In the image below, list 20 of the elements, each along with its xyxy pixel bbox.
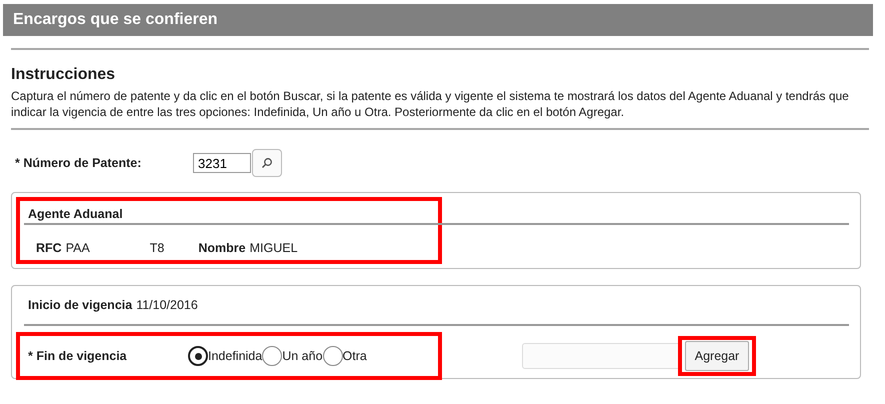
start-date: 11/10/2016 bbox=[136, 298, 198, 312]
rfc-label: RFC bbox=[36, 241, 62, 255]
radio-option[interactable]: Indefinida bbox=[188, 346, 262, 366]
instructions-text: Captura el número de patente y da clic en el botón Buscar, si la patente es válida y vigente el sistema te mostrará los datos del Agente Aduanal y tendrás que indicar la vigencia de entre las tres opciones: Indefinida, Un año u Otra. Posteriormente da clic en el botón Agregar. bbox=[11, 88, 850, 120]
radio-option[interactable]: Otra bbox=[322, 346, 367, 366]
rfc-value: T8 bbox=[150, 241, 164, 255]
start-label: Inicio de vigencia bbox=[28, 298, 132, 312]
rfc-value: PAA bbox=[66, 241, 90, 255]
patent-field[interactable]: 3231 bbox=[193, 153, 251, 173]
search-icon bbox=[261, 157, 273, 169]
name-value: MIGUEL bbox=[250, 241, 298, 255]
end-label: * Fin de vigencia bbox=[28, 349, 128, 363]
page-title: Encargos que se confieren bbox=[3, 4, 873, 36]
section-heading: Instrucciones bbox=[11, 66, 116, 84]
add-button[interactable]: Agregar bbox=[685, 341, 749, 371]
card-heading: Agente Aduanal bbox=[28, 206, 124, 223]
search-button[interactable] bbox=[252, 149, 282, 177]
field-label: * Número de Patente: bbox=[14, 156, 142, 170]
radio-option[interactable]: Un año bbox=[262, 346, 323, 366]
name-label: Nombre bbox=[198, 241, 246, 255]
